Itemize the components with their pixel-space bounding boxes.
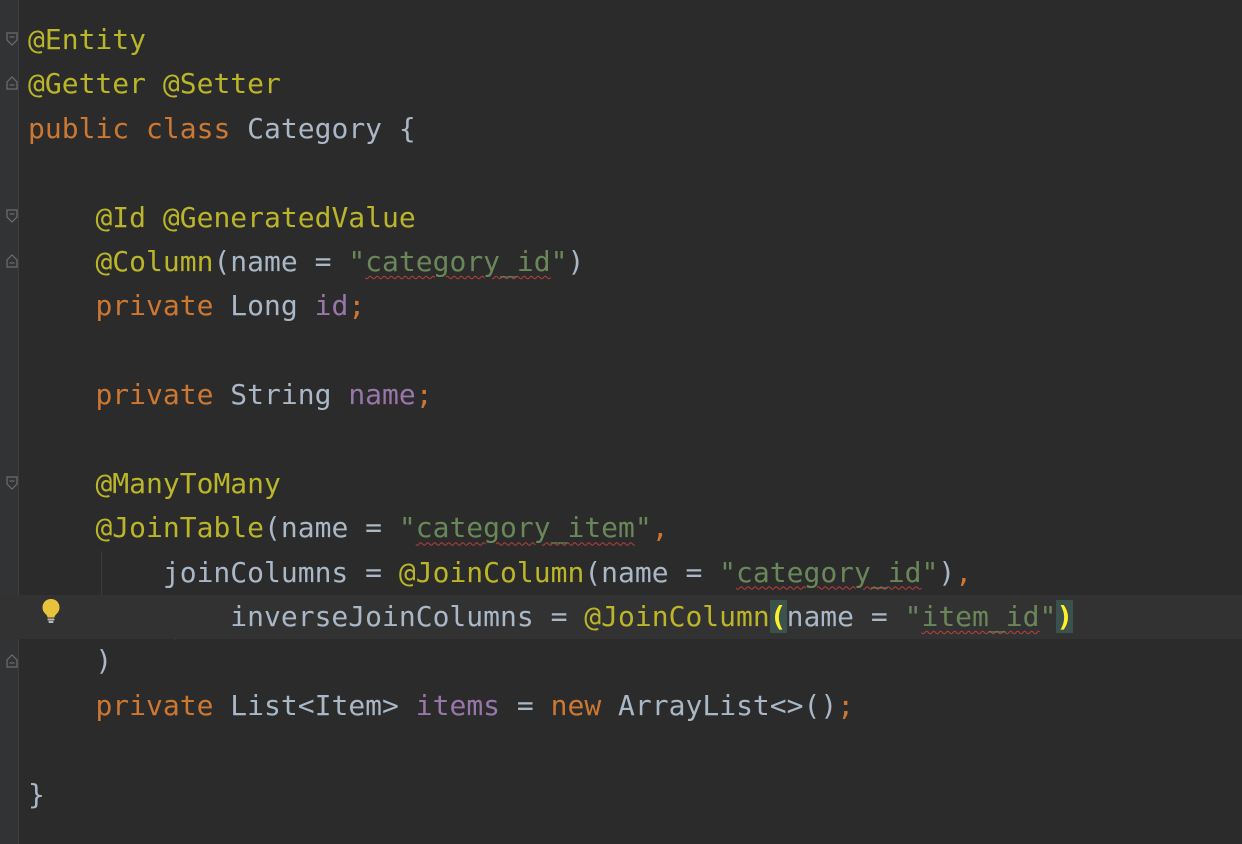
code-token: ; — [837, 688, 855, 722]
code-token: @JoinColumn — [584, 600, 770, 634]
code-line[interactable]: @JoinTable(name = "category_item", — [28, 506, 1242, 550]
code-token: @Setter — [162, 67, 281, 101]
code-line[interactable]: joinColumns = @JoinColumn(name = "catego… — [28, 551, 1242, 595]
code-token: name — [348, 378, 416, 412]
code-token: joinColumns = — [28, 555, 399, 589]
code-token: } — [28, 777, 45, 811]
code-token: item_id — [921, 600, 1040, 634]
fold-marker-icon[interactable] — [6, 476, 18, 490]
code-token: Long — [213, 289, 315, 323]
code-token: ; — [348, 289, 366, 323]
code-token: , — [955, 555, 973, 589]
code-token: @Getter — [28, 67, 147, 101]
code-token: ) — [567, 244, 585, 278]
code-line[interactable]: @Entity — [28, 18, 1242, 62]
code-token: private — [95, 688, 214, 722]
code-line-current[interactable]: inverseJoinColumns = @JoinColumn(name = … — [0, 595, 1242, 640]
code-token: ) — [938, 555, 956, 589]
code-token: (name = — [264, 511, 399, 545]
code-token: List<Item> — [213, 688, 416, 722]
code-token: @Id — [95, 200, 147, 234]
code-token: " — [348, 244, 366, 278]
code-editor[interactable]: @Entity @Getter @Setter public class Categ… — [0, 0, 1242, 844]
code-token: inverseJoinColumns = — [28, 600, 585, 634]
code-token: , — [651, 511, 669, 545]
fold-marker-icon[interactable] — [6, 32, 18, 46]
code-token: @GeneratedValue — [162, 200, 416, 234]
code-token: new — [550, 688, 602, 722]
code-token: private — [95, 378, 214, 412]
code-line[interactable]: } — [28, 773, 1242, 817]
code-token: ( — [769, 600, 787, 634]
code-token: id — [314, 289, 349, 323]
code-line[interactable]: @ManyToMany — [28, 462, 1242, 506]
code-line[interactable]: private Long id; — [28, 284, 1242, 328]
code-line[interactable]: @Column(name = "category_id") — [28, 240, 1242, 284]
fold-marker-icon[interactable] — [6, 76, 18, 90]
code-token: (name = — [584, 555, 720, 589]
code-area[interactable]: @Entity @Getter @Setter public class Categ… — [0, 18, 1242, 844]
code-token: public — [28, 111, 130, 145]
code-token: String — [213, 378, 349, 412]
code-token: " — [904, 600, 922, 634]
code-token: " — [921, 555, 939, 589]
code-token: = — [500, 688, 551, 722]
code-line[interactable]: ) — [28, 639, 1242, 683]
code-line[interactable] — [28, 151, 1242, 195]
code-token: ArrayList<>() — [601, 688, 838, 722]
code-token: category_id — [736, 555, 922, 589]
code-token: private — [95, 289, 214, 323]
code-line[interactable]: @Id @GeneratedValue — [28, 196, 1242, 240]
code-line[interactable]: public class Category { — [28, 107, 1242, 151]
code-token: @JoinColumn — [398, 555, 585, 589]
code-line[interactable]: private String name; — [28, 373, 1242, 417]
code-token: @Entity — [28, 23, 147, 56]
fold-marker-icon[interactable] — [6, 654, 18, 668]
editor-gutter[interactable] — [0, 0, 19, 844]
code-token: ; — [415, 378, 433, 412]
code-token: name = — [786, 600, 905, 634]
code-token: class — [146, 111, 231, 145]
code-line[interactable] — [28, 329, 1242, 373]
code-token: category_item — [415, 511, 635, 545]
code-line[interactable] — [28, 728, 1242, 772]
code-token: " — [550, 244, 568, 278]
code-token: ) — [28, 644, 113, 678]
code-token: items — [415, 688, 501, 722]
code-token: ) — [1056, 600, 1074, 634]
fold-marker-icon[interactable] — [6, 209, 18, 223]
code-line[interactable] — [28, 418, 1242, 462]
code-token: category_id — [365, 244, 551, 278]
code-line[interactable]: @Getter @Setter — [28, 62, 1242, 106]
code-token: " — [719, 555, 737, 589]
code-token: " — [1039, 600, 1057, 634]
fold-marker-icon[interactable] — [6, 254, 18, 268]
code-token: @JoinTable — [95, 511, 265, 545]
code-token: Category { — [230, 111, 416, 145]
code-token: (name = — [213, 244, 349, 278]
code-token: @Column — [95, 244, 214, 278]
code-token: " — [634, 511, 652, 545]
code-line[interactable]: private List<Item> items = new ArrayList… — [28, 684, 1242, 728]
code-token: " — [398, 511, 416, 545]
code-token: @ManyToMany — [95, 466, 281, 500]
